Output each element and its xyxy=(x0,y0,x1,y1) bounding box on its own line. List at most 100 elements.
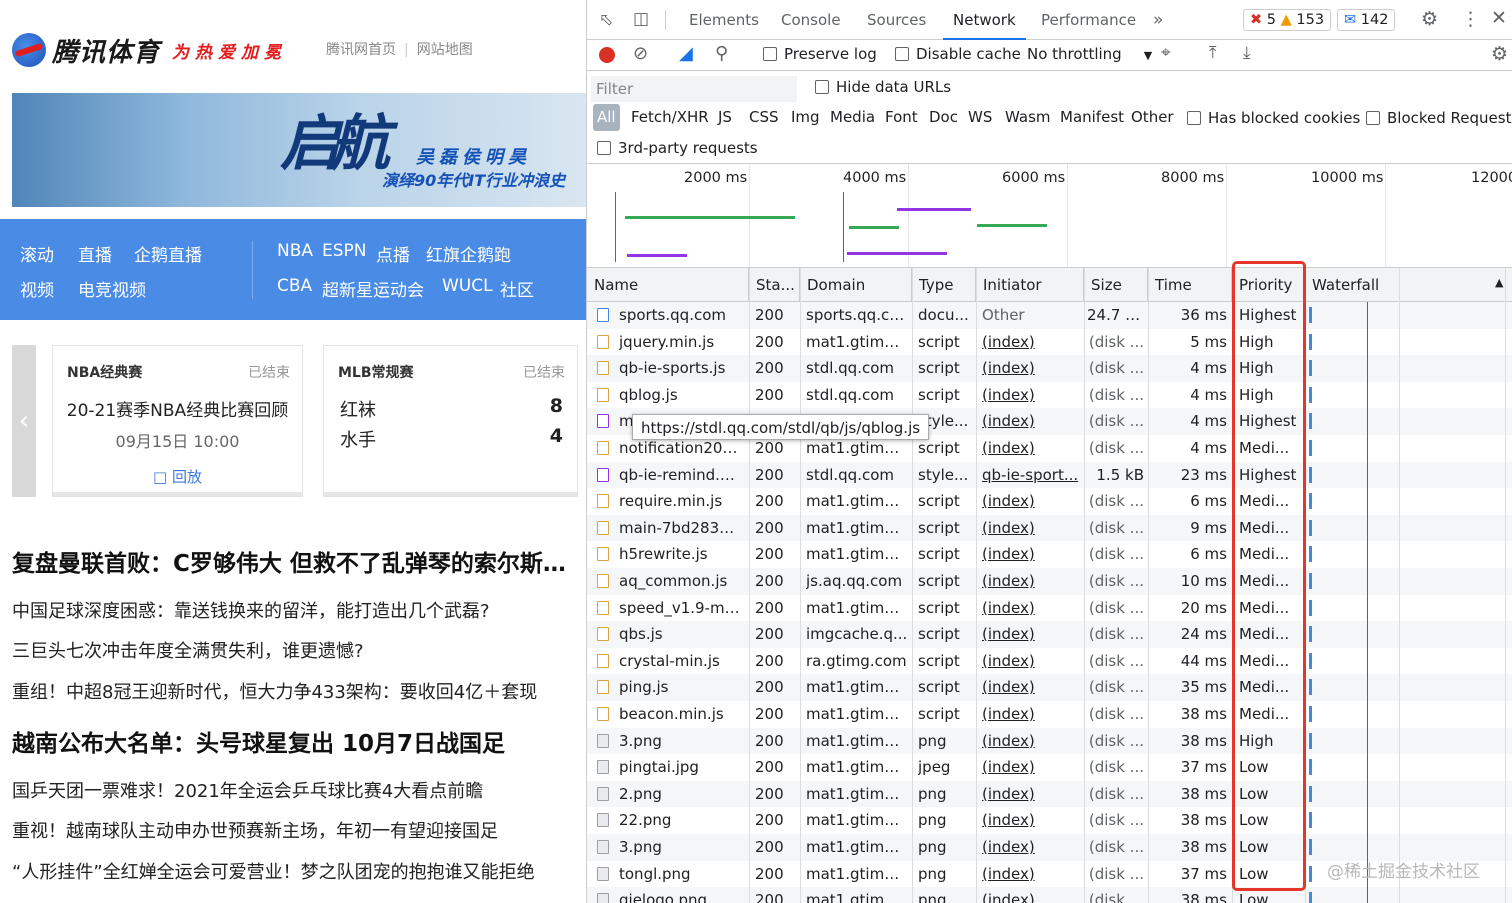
headline[interactable]: 复盘曼联首败：C罗够伟大 但救不了乱弹琴的索尔斯克亚 xyxy=(12,544,584,578)
tab-console[interactable]: Console xyxy=(781,0,841,40)
more-options-icon[interactable]: ⋮ xyxy=(1461,8,1480,30)
nav-item[interactable]: 企鹅直播 xyxy=(134,241,202,266)
request-initiator[interactable]: (index) xyxy=(982,861,1080,888)
request-row[interactable]: 2.png 200 mat1.gtimg.... png (index) (disk ..… xyxy=(587,780,1512,808)
news-link[interactable]: 重视！越南球队主动申办世预赛新主场，年初一有望迎接国足 xyxy=(12,817,584,843)
news-link[interactable]: 中国足球深度困惑：靠送钱换来的留洋，能打造出几个武磊? xyxy=(12,597,584,623)
request-row[interactable]: jquery.min.js 200 mat1.gtimg.... script (ind… xyxy=(587,329,1512,356)
chevron-left-icon[interactable]: ‹ xyxy=(12,345,36,497)
filter-input[interactable]: Filter xyxy=(591,76,797,102)
type-filter-font[interactable]: Font xyxy=(885,104,918,131)
inspect-element-icon[interactable]: ⬁ xyxy=(599,10,613,30)
match-card[interactable]: NBA经典赛 已结束 20-21赛季NBA经典比赛回顾 09月15日 10:00… xyxy=(52,345,303,497)
nav-item[interactable]: CBA xyxy=(277,276,312,296)
request-initiator[interactable]: (index) xyxy=(982,355,1080,382)
request-initiator[interactable]: (index) xyxy=(982,541,1080,568)
column-waterfall[interactable]: Waterfall xyxy=(1305,268,1512,302)
request-initiator[interactable]: (index) xyxy=(982,754,1080,781)
column-name[interactable]: Name xyxy=(587,268,749,302)
type-filter-wasm[interactable]: Wasm xyxy=(1005,104,1051,131)
type-filter-other[interactable]: Other xyxy=(1131,104,1174,131)
nav-item[interactable]: NBA xyxy=(277,241,313,261)
nav-item[interactable]: 直播 xyxy=(78,241,112,266)
filter-icon[interactable]: ◢ xyxy=(679,43,693,64)
throttling-select[interactable]: No throttling ▼ xyxy=(1027,45,1152,63)
request-row[interactable]: qblog.js 200 stdl.qq.com script (index) (disk… xyxy=(587,382,1512,409)
network-settings-icon[interactable]: ⚙ xyxy=(1491,43,1508,65)
column-status[interactable]: Sta... xyxy=(749,268,800,302)
close-icon[interactable]: ✕ xyxy=(1491,7,1507,29)
replay-button[interactable]: □ 回放 xyxy=(53,466,302,487)
tab-network[interactable]: Network xyxy=(943,0,1026,40)
has-blocked-cookies-checkbox[interactable]: Has blocked cookies xyxy=(1187,109,1360,127)
request-initiator[interactable]: (index) xyxy=(982,408,1080,435)
request-row[interactable]: require.min.js 200 mat1.gtimg.... script (in… xyxy=(587,488,1512,515)
hide-data-urls-checkbox[interactable]: Hide data URLs xyxy=(815,78,951,96)
network-conditions-icon[interactable]: ⌖ xyxy=(1161,43,1171,63)
nav-item[interactable]: WUCL xyxy=(442,276,493,296)
request-row[interactable]: aq_common.js 200 js.aq.qq.com script (index)… xyxy=(587,568,1512,595)
type-filter-doc[interactable]: Doc xyxy=(929,104,958,131)
clear-icon[interactable]: ⊘ xyxy=(633,43,648,64)
request-row[interactable]: main-7bd283b6... 200 mat1.gtimg.... script (… xyxy=(587,514,1512,542)
request-row[interactable]: ping.js 200 mat1.gtimg.... script (index) (di… xyxy=(587,674,1512,701)
messages-counter[interactable]: ✉ 142 xyxy=(1337,9,1396,31)
column-type[interactable]: Type xyxy=(912,268,976,302)
request-initiator[interactable]: (index) xyxy=(982,595,1080,622)
nav-item[interactable]: 滚动 xyxy=(20,241,54,266)
request-row[interactable]: crystal-min.js 200 ra.gtimg.com script (inde… xyxy=(587,648,1512,675)
request-row[interactable]: qb-ie-remind.cs... 200 stdl.qq.com style...… xyxy=(587,461,1512,489)
nav-item[interactable]: ESPN xyxy=(322,241,367,261)
column-size[interactable]: Size xyxy=(1084,268,1148,302)
nav-item[interactable]: 点播 xyxy=(376,241,410,266)
request-row[interactable]: 22.png 200 mat1.gtimg.... png (index) (disk .… xyxy=(587,807,1512,834)
promo-banner[interactable]: 启航 吴磊侯明昊 演绎90年代IT行业冲浪史 xyxy=(12,93,586,207)
request-row[interactable]: qbs.js 200 imgcache.q... script (index) (disk… xyxy=(587,621,1512,648)
type-filter-ws[interactable]: WS xyxy=(968,104,992,131)
request-initiator[interactable]: (index) xyxy=(982,621,1080,648)
issues-counter[interactable]: ✖ 5 ▲ 153 xyxy=(1243,9,1332,31)
news-link[interactable]: “人形挂件”全红婵全运会可爱营业！梦之队团宠的抱抱谁又能拒绝 xyxy=(12,858,584,884)
request-initiator[interactable]: (index) xyxy=(982,887,1080,903)
request-initiator[interactable]: (index) xyxy=(982,648,1080,675)
disable-cache-checkbox[interactable]: Disable cache xyxy=(895,45,1021,63)
more-tabs-button[interactable]: » xyxy=(1153,0,1163,40)
request-initiator[interactable]: (index) xyxy=(982,674,1080,701)
nav-item[interactable]: 社区 xyxy=(500,276,534,301)
request-row[interactable]: pingtai.jpg 200 mat1.gtimg.... jpeg (index) (… xyxy=(587,754,1512,781)
column-domain[interactable]: Domain xyxy=(800,268,912,302)
request-initiator[interactable]: (index) xyxy=(982,382,1080,409)
type-filter-css[interactable]: CSS xyxy=(749,104,779,131)
request-initiator[interactable]: (index) xyxy=(982,781,1080,808)
tab-sources[interactable]: Sources xyxy=(867,0,926,40)
settings-gear-icon[interactable]: ⚙ xyxy=(1421,8,1438,30)
news-link[interactable]: 国乒天团一票难求！2021年全运会乒乓球比赛4大看点前瞻 xyxy=(12,777,584,803)
column-time[interactable]: Time xyxy=(1148,268,1232,302)
type-filter-media[interactable]: Media xyxy=(830,104,875,131)
request-initiator[interactable]: (index) xyxy=(982,807,1080,834)
preserve-log-checkbox[interactable]: Preserve log xyxy=(763,45,877,63)
nav-item[interactable]: 超新星运动会 xyxy=(322,276,424,301)
request-initiator[interactable]: (index) xyxy=(982,515,1080,542)
request-initiator[interactable]: qb-ie-sport... xyxy=(982,462,1080,489)
site-logo[interactable]: 腾讯体育 为热爱加冕 xyxy=(12,30,287,70)
third-party-checkbox[interactable]: 3rd-party requests xyxy=(597,139,758,157)
headline[interactable]: 越南公布大名单：头号球星复出 10月7日战国足 xyxy=(12,724,584,758)
type-filter-js[interactable]: JS xyxy=(718,104,732,131)
timeline-overview[interactable]: 2000 ms 4000 ms 6000 ms 8000 ms 10000 ms… xyxy=(587,164,1512,268)
request-initiator[interactable]: (index) xyxy=(982,728,1080,755)
request-row[interactable]: h5rewrite.js 200 mat1.gtimg.... script (inde… xyxy=(587,541,1512,568)
request-row[interactable]: qb-ie-sports.js 200 stdl.qq.com script (inde… xyxy=(587,355,1512,382)
import-har-icon[interactable]: ⤒ xyxy=(1209,43,1217,63)
request-initiator[interactable]: (index) xyxy=(982,701,1080,728)
type-filter-manifest[interactable]: Manifest xyxy=(1060,104,1124,131)
request-initiator[interactable]: (index) xyxy=(982,834,1080,861)
news-link[interactable]: 三巨头七次冲击年度全满贯失利，谁更遗憾? xyxy=(12,637,584,663)
home-link[interactable]: 腾讯网首页 xyxy=(326,39,396,59)
sitemap-link[interactable]: 网站地图 xyxy=(417,39,473,59)
match-card[interactable]: MLB常规赛 已结束 红袜 8 水手 4 xyxy=(323,345,578,497)
tab-elements[interactable]: Elements xyxy=(689,0,759,40)
search-icon[interactable]: ⚲ xyxy=(715,43,728,64)
request-initiator[interactable]: (index) xyxy=(982,329,1080,356)
type-filter-img[interactable]: Img xyxy=(791,104,820,131)
